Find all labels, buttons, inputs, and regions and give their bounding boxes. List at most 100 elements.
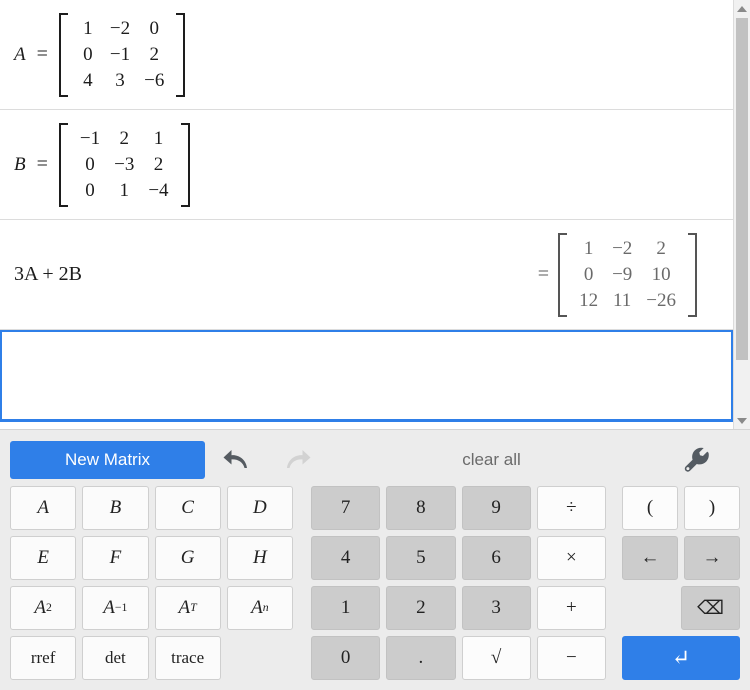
arrow-left[interactable]: ← bbox=[622, 536, 678, 580]
scrollbar-track[interactable] bbox=[734, 17, 750, 412]
key-0[interactable]: 0 bbox=[311, 636, 381, 680]
key-√[interactable]: √ bbox=[461, 636, 531, 680]
matrix-cell-1-1: −1 bbox=[109, 43, 131, 65]
key-A2[interactable]: A2 bbox=[10, 586, 77, 630]
matrix-cell-2-1: 3 bbox=[115, 69, 125, 91]
key-4[interactable]: 4 bbox=[311, 536, 381, 580]
matrix-cell-0-0: 1 bbox=[583, 237, 594, 259]
result-equals: = bbox=[537, 263, 550, 285]
matrix-cell-2-2: −4 bbox=[148, 179, 169, 201]
matrix-a-grid: 1 −2 0 0 −1 2 4 3 −6 bbox=[68, 13, 176, 97]
matrix-definition-row-a[interactable]: A = 1 −2 0 0 −1 2 4 3 −6 bbox=[0, 0, 733, 110]
matrix-b-equals: = bbox=[36, 153, 48, 175]
key-C[interactable]: C bbox=[154, 486, 221, 530]
new-matrix-button[interactable]: New Matrix bbox=[10, 441, 205, 479]
expression-text: 3A + 2B bbox=[14, 263, 82, 285]
matrix-b-grid: −1 2 1 0 −3 2 0 1 −4 bbox=[68, 123, 181, 207]
key-A[interactable]: A bbox=[10, 486, 77, 530]
keypad-grids: A B C D E F G H A 2 A −1 A T An rref det trace 7 8 9 ÷ 4 5 6 × 1 2… bbox=[10, 482, 740, 680]
bracket-right-icon bbox=[180, 122, 190, 207]
key-8[interactable]: 8 bbox=[386, 486, 456, 530]
key-−[interactable]: − bbox=[536, 636, 606, 680]
matrix-keypad: A B C D E F G H A 2 A −1 A T An rref det trace bbox=[10, 486, 303, 680]
matrix-cell-0-1: −2 bbox=[109, 17, 131, 39]
vertical-scrollbar[interactable] bbox=[733, 0, 750, 429]
wrench-icon bbox=[684, 447, 709, 472]
key-AT[interactable]: AT bbox=[154, 586, 221, 630]
matrix-cell-0-0: −1 bbox=[79, 127, 101, 149]
bracket-left-icon bbox=[58, 12, 68, 97]
bracket-right-icon bbox=[176, 12, 186, 97]
matrix-cell-2-0: 12 bbox=[579, 289, 599, 311]
matrix-cell-2-2: −6 bbox=[144, 69, 165, 91]
scroll-down-button[interactable] bbox=[734, 412, 750, 429]
key-.[interactable]: . bbox=[386, 636, 456, 680]
bracket-left-icon bbox=[558, 232, 568, 317]
key-6[interactable]: 6 bbox=[461, 536, 531, 580]
undo-icon bbox=[223, 450, 247, 468]
worksheet-scroll-region: A = 1 −2 0 0 −1 2 4 3 −6 B = −1 2 1 0 −3 2 0 1 −4 bbox=[0, 0, 750, 430]
backspace[interactable]: ⌫ bbox=[681, 586, 740, 630]
key-G[interactable]: G bbox=[154, 536, 221, 580]
paren-close[interactable]: ) bbox=[684, 486, 740, 530]
matrix-cell-0-0: 1 bbox=[83, 17, 93, 39]
expression-input-row[interactable] bbox=[0, 330, 733, 422]
key-3[interactable]: 3 bbox=[461, 586, 531, 630]
triangle-up-icon bbox=[737, 5, 747, 12]
matrix-a-body: 1 −2 0 0 −1 2 4 3 −6 bbox=[58, 12, 186, 97]
scrollbar-thumb[interactable] bbox=[736, 18, 748, 360]
key-An[interactable]: An bbox=[226, 586, 293, 630]
key-trace[interactable]: trace bbox=[154, 636, 221, 680]
key-m15 bbox=[227, 636, 293, 680]
matrix-cell-0-2: 2 bbox=[656, 237, 666, 259]
arrow-right[interactable]: → bbox=[684, 536, 740, 580]
key-9[interactable]: 9 bbox=[461, 486, 531, 530]
keypad-toolbar: New Matrix clear all bbox=[10, 438, 740, 482]
matrix-cell-1-1: −9 bbox=[612, 263, 633, 285]
key-det[interactable]: det bbox=[82, 636, 149, 680]
worksheet: A = 1 −2 0 0 −1 2 4 3 −6 B = −1 2 1 0 −3 2 0 1 −4 bbox=[0, 0, 733, 429]
triangle-down-icon bbox=[737, 417, 747, 424]
expression-row[interactable]: 3A + 2B = 1 −2 2 0 −9 10 12 11 −26 bbox=[0, 220, 733, 330]
enter[interactable]: ↵ bbox=[622, 636, 740, 680]
matrix-a-definition: A = 1 −2 0 0 −1 2 4 3 −6 bbox=[14, 12, 186, 97]
key-H[interactable]: H bbox=[226, 536, 293, 580]
key-F[interactable]: F bbox=[82, 536, 149, 580]
matrix-definition-row-b[interactable]: B = −1 2 1 0 −3 2 0 1 −4 bbox=[0, 110, 733, 220]
key-1[interactable]: 1 bbox=[311, 586, 381, 630]
key-rref[interactable]: rref bbox=[10, 636, 77, 680]
key-×[interactable]: × bbox=[536, 536, 606, 580]
bracket-right-icon bbox=[688, 232, 697, 317]
undo-button[interactable] bbox=[205, 441, 267, 479]
matrix-cell-1-0: 0 bbox=[583, 263, 594, 285]
expression-result: = 1 −2 2 0 −9 10 12 11 −26 bbox=[535, 232, 697, 317]
matrix-cell-1-2: 2 bbox=[153, 153, 164, 175]
matrix-cell-1-0: 0 bbox=[83, 43, 93, 65]
matrix-b-label: B bbox=[14, 153, 26, 175]
key-+[interactable]: + bbox=[536, 586, 606, 630]
bracket-left-icon bbox=[58, 122, 68, 207]
key-B[interactable]: B bbox=[82, 486, 149, 530]
matrix-cell-0-2: 1 bbox=[153, 127, 164, 149]
key-2[interactable]: 2 bbox=[386, 586, 456, 630]
number-keypad: 7 8 9 ÷ 4 5 6 × 1 2 3 +0. √ − bbox=[303, 486, 614, 680]
key-5[interactable]: 5 bbox=[386, 536, 456, 580]
matrix-cell-1-2: 10 bbox=[651, 263, 671, 285]
matrix-b-body: −1 2 1 0 −3 2 0 1 −4 bbox=[58, 122, 190, 207]
paren-open[interactable]: ( bbox=[622, 486, 678, 530]
key-÷[interactable]: ÷ bbox=[536, 486, 606, 530]
key-A-1[interactable]: A −1 bbox=[82, 586, 149, 630]
settings-button[interactable] bbox=[654, 441, 740, 479]
clear-all-button[interactable]: clear all bbox=[329, 450, 654, 470]
matrix-cell-0-1: 2 bbox=[119, 127, 129, 149]
redo-button[interactable] bbox=[267, 441, 329, 479]
matrix-cell-1-1: −3 bbox=[114, 153, 135, 175]
key-7[interactable]: 7 bbox=[311, 486, 381, 530]
matrix-a-equals: = bbox=[36, 43, 48, 65]
matrix-cell-2-1: 1 bbox=[119, 179, 129, 201]
key-E[interactable]: E bbox=[10, 536, 77, 580]
scroll-up-button[interactable] bbox=[734, 0, 750, 17]
matrix-cell-1-2: 2 bbox=[149, 43, 159, 65]
key-D[interactable]: D bbox=[226, 486, 293, 530]
result-matrix-body: 1 −2 2 0 −9 10 12 11 −26 bbox=[558, 232, 697, 317]
